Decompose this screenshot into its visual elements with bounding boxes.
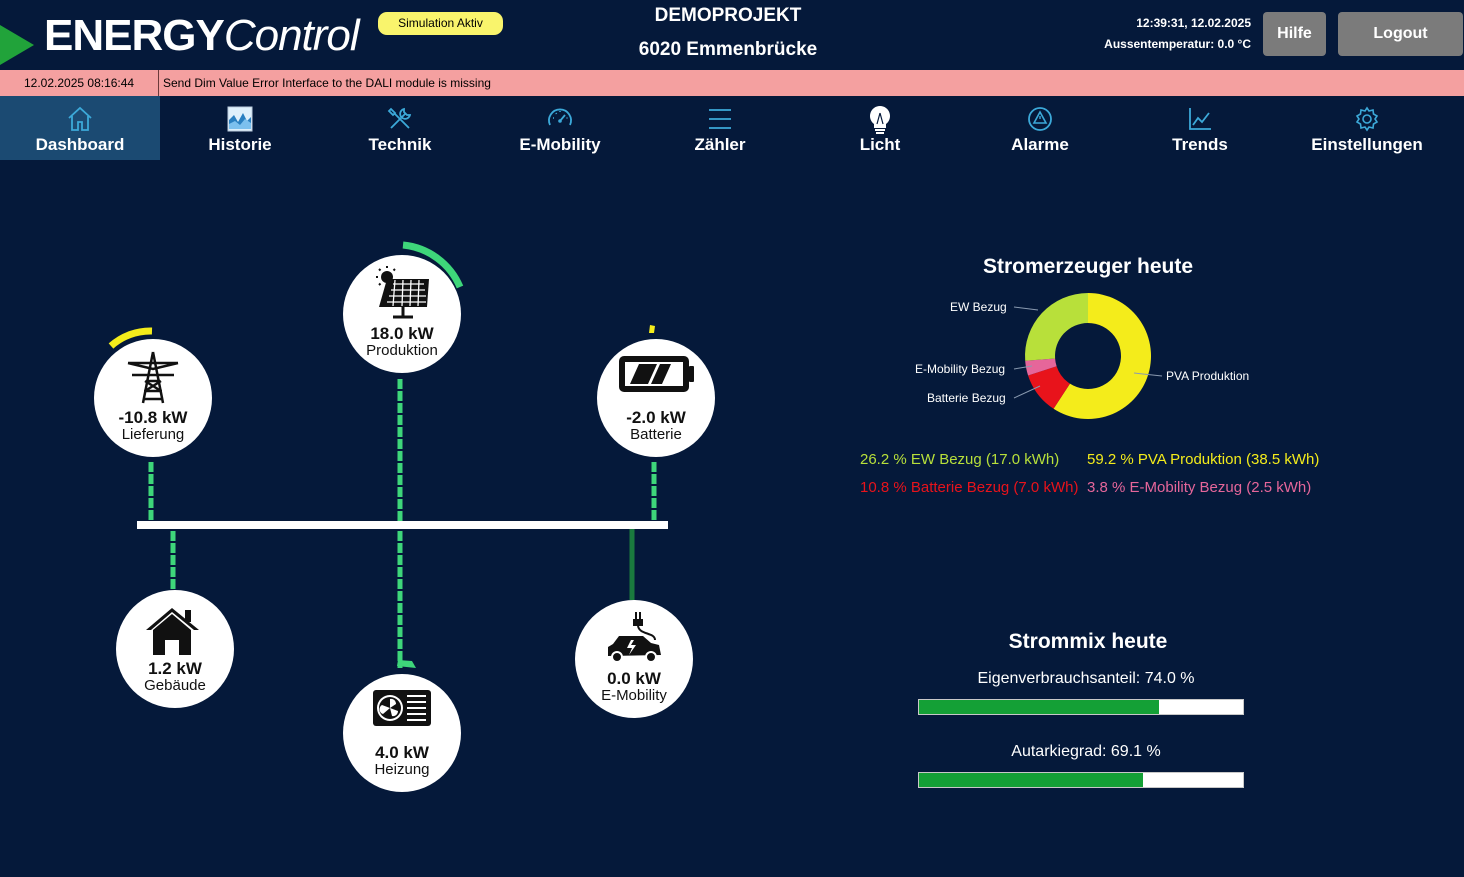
nav-licht[interactable]: Licht: [800, 96, 960, 160]
chart-title: Stromerzeuger heute: [982, 255, 1194, 278]
alarm-triangle-icon: [1028, 107, 1052, 131]
building-power-value: 1.2 kW: [148, 659, 202, 678]
bus-bar: [137, 521, 668, 529]
help-button[interactable]: Hilfe: [1263, 12, 1326, 56]
heating-power-value: 4.0 kW: [375, 743, 429, 762]
datetime: 12:39:31, 12.02.2025: [1136, 16, 1251, 30]
nav-alarme[interactable]: Alarme: [960, 96, 1120, 160]
nav-einstellungen[interactable]: Einstellungen: [1287, 96, 1447, 160]
pie-label-ew-bezug: EW Bezug: [950, 300, 1007, 314]
autarkie-label: Autarkiegrad: 69.1 %: [1011, 743, 1161, 760]
battery-icon: [619, 356, 694, 392]
solar-power-value: 18.0 kW: [370, 324, 434, 343]
grid-power-value: -10.8 kW: [118, 408, 188, 427]
battery-power-label: Batterie: [630, 426, 682, 443]
heat-pump-icon: [373, 690, 431, 726]
autarkie-bar: [918, 772, 1244, 788]
legend-ew-bezug: 26.2 % EW Bezug (17.0 kWh): [860, 451, 1060, 468]
grid-power-label: Lieferung: [121, 426, 185, 443]
battery-power-value: -2.0 kW: [626, 408, 686, 427]
pie-leader-line: [1013, 306, 1039, 311]
nav-label: Licht: [859, 135, 901, 154]
nav-label: Trends: [1172, 135, 1228, 154]
eigenverbrauch-label: Eigenverbrauchsanteil: 74.0 %: [977, 670, 1195, 687]
logout-button[interactable]: Logout: [1338, 12, 1463, 56]
eigenverbrauch-bar-fill: [919, 700, 1159, 714]
lightbulb-icon: [870, 106, 890, 134]
house-icon: [146, 608, 199, 655]
nav-label: Einstellungen: [1311, 135, 1423, 154]
legend-emobility-bezug: 3.8 % E-Mobility Bezug (2.5 kWh): [1087, 479, 1312, 496]
emobility-power-label: E-Mobility: [601, 687, 667, 704]
legend-pva-produktion: 59.2 % PVA Produktion (38.5 kWh): [1087, 451, 1320, 468]
battery-level-arc: [649, 325, 655, 333]
trend-chart-icon: [1189, 108, 1211, 130]
pie-leader-line: [1013, 385, 1041, 399]
node-solar[interactable]: 18.0 kW Produktion: [343, 255, 461, 373]
ev-car-icon: [608, 612, 661, 663]
heating-power-label: Heizung: [374, 761, 430, 778]
autarkie-bar-fill: [919, 773, 1143, 787]
outside-temperature: Aussentemperatur: 0.0 °C: [1104, 37, 1251, 51]
legend-batterie-bezug: 10.8 % Batterie Bezug (7.0 kWh): [860, 479, 1079, 496]
pie-label-pva-produktion: PVA Produktion: [1166, 369, 1250, 383]
nav-label: Alarme: [1011, 135, 1069, 154]
strommix-title: Strommix heute: [1008, 630, 1168, 653]
node-emobility[interactable]: 0.0 kW E-Mobility: [575, 600, 693, 718]
node-battery[interactable]: -2.0 kW Batterie: [597, 339, 715, 457]
node-heating[interactable]: 4.0 kW Heizung: [343, 674, 461, 792]
nav-trends[interactable]: Trends: [1120, 96, 1280, 160]
power-tower-icon: [127, 351, 179, 404]
settings-gear-icon: [1355, 106, 1379, 132]
emobility-power-value: 0.0 kW: [607, 669, 661, 688]
pie-slice-ew-bezug[interactable]: [1025, 293, 1088, 361]
eigenverbrauch-bar: [918, 699, 1244, 715]
building-power-label: Gebäude: [144, 677, 206, 694]
solar-panel-icon: [376, 266, 429, 319]
pie-label-emobility-bezug: E-Mobility Bezug: [915, 362, 1006, 376]
status-info: 12:39:31, 12.02.2025 Aussentemperatur: 0…: [1104, 13, 1251, 55]
pie-label-batterie-bezug: Batterie Bezug: [927, 391, 1006, 405]
energy-control-app: ENERGYControl Simulation Aktiv DEMOPROJE…: [0, 0, 1464, 877]
node-grid[interactable]: -10.8 kW Lieferung: [94, 339, 212, 457]
solar-power-label: Produktion: [366, 342, 438, 359]
node-building[interactable]: 1.2 kW Gebäude: [116, 590, 234, 708]
